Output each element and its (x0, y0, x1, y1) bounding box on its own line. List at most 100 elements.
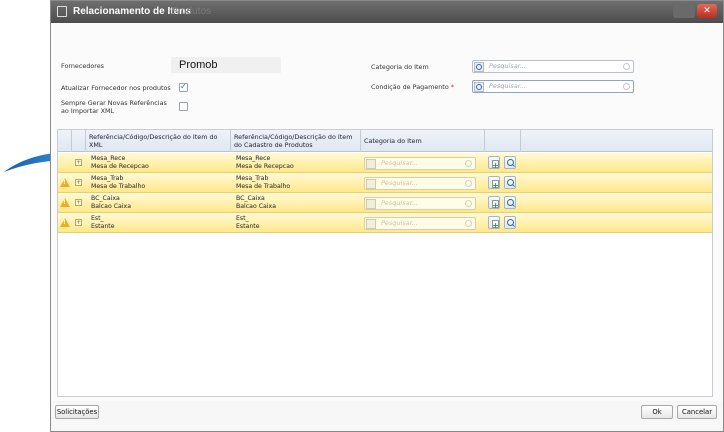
clear-icon[interactable] (623, 83, 630, 90)
dialog-window: Relacionamento de Itens Produtos ✕ Forne… (50, 0, 724, 432)
categoria-label: Categoria do Item (371, 63, 429, 71)
search-icon (366, 199, 376, 209)
row-categoria-search[interactable]: Pesquisar... (364, 157, 476, 170)
xml-code: Est_ (91, 215, 104, 222)
window-icon (57, 6, 67, 17)
table-row[interactable]: + Mesa_Trab Mesa de Trabalho Mesa_Trab M… (58, 173, 712, 193)
header-ref-cad-line1: Referência/Código/Descrição do Item (234, 133, 353, 141)
header-ref-xml-line1: Referência/Código/Descrição do Item do (89, 133, 218, 141)
xml-desc: Balcao Caixa (91, 203, 131, 210)
ok-button[interactable]: Ok (641, 405, 673, 419)
table-row[interactable]: + Mesa_Rece Mesa de Recepcao Mesa_Rece M… (58, 153, 712, 173)
add-product-button[interactable] (488, 156, 500, 170)
atualizar-fornecedor-checkbox[interactable] (179, 82, 188, 92)
header-expand-col (72, 130, 86, 152)
search-product-button[interactable] (504, 156, 516, 169)
header-warn-col (58, 130, 72, 152)
expand-toggle[interactable]: + (75, 219, 82, 226)
search-product-button[interactable] (504, 196, 516, 209)
minimize-button[interactable] (673, 4, 695, 18)
table-row[interactable]: + BC_Caixa Balcao Caixa BC_Caixa Balcao … (58, 193, 712, 213)
required-mark: * (450, 83, 454, 91)
cad-code: Est_ (236, 215, 249, 222)
xml-ref-cell: Mesa_Trab Mesa de Trabalho (88, 173, 228, 193)
categoria-search-input[interactable]: Pesquisar... (472, 60, 634, 73)
header-ref-xml[interactable]: Referência/Código/Descrição do Item do X… (86, 130, 231, 152)
header-ref-cad-line2: do Cadastro de Produtos (234, 141, 313, 149)
atualizar-fornecedor-label: Atualizar Fornecedor nos produtos (61, 84, 171, 92)
cancelar-button[interactable]: Cancelar (677, 405, 717, 419)
xml-desc: Mesa de Trabalho (91, 183, 146, 190)
add-product-button[interactable] (488, 176, 500, 190)
expand-toggle[interactable]: + (75, 159, 82, 166)
page: Relacionamento de Itens Produtos ✕ Forne… (0, 0, 724, 432)
xml-code: Mesa_Rece (91, 155, 126, 162)
xml-code: BC_Caixa (91, 195, 120, 202)
header-categoria[interactable]: Categoria do Item (361, 130, 485, 152)
cadastro-ref-cell: Est_ Estante (233, 213, 361, 233)
cad-desc: Balcao Caixa (236, 203, 276, 210)
fornecedores-label: Fornecedores (61, 62, 105, 70)
cad-code: BC_Caixa (236, 195, 265, 202)
row-search-placeholder: Pesquisar... (381, 199, 419, 207)
sempre-gerar-checkbox[interactable] (179, 102, 188, 111)
xml-ref-cell: Est_ Estante (88, 213, 228, 233)
row-categoria-search[interactable]: Pesquisar... (364, 197, 476, 210)
clear-icon[interactable] (465, 160, 472, 167)
sempre-gerar-label-1: Sempre Gerar Novas Referências (61, 99, 167, 107)
categoria-placeholder: Pesquisar... (489, 62, 527, 70)
clear-icon[interactable] (623, 63, 630, 70)
clear-icon[interactable] (465, 220, 472, 227)
cad-desc: Estante (236, 223, 260, 230)
search-icon (366, 179, 376, 189)
cad-code: Mesa_Rece (236, 155, 271, 162)
condicao-search-input[interactable]: Pesquisar... (472, 80, 634, 93)
form-area: Fornecedores Promob Atualizar Fornecedor… (57, 51, 713, 129)
cadastro-ref-cell: Mesa_Trab Mesa de Trabalho (233, 173, 361, 193)
search-product-button[interactable] (504, 216, 516, 229)
row-search-placeholder: Pesquisar... (381, 219, 419, 227)
clear-icon[interactable] (465, 200, 472, 207)
xml-ref-cell: Mesa_Rece Mesa de Recepcao (88, 153, 228, 173)
items-grid: Referência/Código/Descrição do Item do X… (57, 129, 713, 397)
expand-toggle[interactable]: + (75, 199, 82, 206)
footer-bar: Solicitações Ok Cancelar (51, 401, 723, 431)
row-categoria-search[interactable]: Pesquisar... (364, 217, 476, 230)
search-product-button[interactable] (504, 176, 516, 189)
title-bar[interactable]: Relacionamento de Itens Produtos ✕ (51, 1, 723, 23)
cad-code: Mesa_Trab (236, 175, 269, 182)
solicitacoes-button[interactable]: Solicitações (55, 405, 99, 419)
condicao-label: Condição de Pagamento * (371, 83, 454, 91)
warning-icon (60, 218, 70, 227)
sempre-gerar-label-2: ao Importar XML (61, 107, 115, 115)
condicao-placeholder: Pesquisar... (489, 82, 527, 90)
header-ref-cadastro[interactable]: Referência/Código/Descrição do Item do C… (231, 130, 361, 152)
table-row[interactable]: + Est_ Estante Est_ Estante Pesquisar... (58, 213, 712, 233)
window-title-ghost: Produtos (171, 6, 212, 17)
add-product-button[interactable] (488, 216, 500, 230)
add-product-button[interactable] (488, 196, 500, 210)
xml-ref-cell: BC_Caixa Balcao Caixa (88, 193, 228, 213)
header-actions-col (485, 130, 521, 152)
close-button[interactable]: ✕ (697, 4, 717, 18)
search-icon (366, 159, 376, 169)
search-icon (474, 62, 484, 72)
cadastro-ref-cell: Mesa_Rece Mesa de Recepcao (233, 153, 361, 173)
row-search-placeholder: Pesquisar... (381, 179, 419, 187)
header-ref-xml-line2: XML (89, 141, 103, 149)
warning-icon (60, 198, 70, 207)
search-icon (366, 219, 376, 229)
condicao-label-text: Condição de Pagamento (371, 83, 449, 91)
expand-toggle[interactable]: + (75, 179, 82, 186)
clear-icon[interactable] (465, 180, 472, 187)
xml-code: Mesa_Trab (91, 175, 124, 182)
xml-desc: Estante (91, 223, 115, 230)
xml-desc: Mesa de Recepcao (91, 163, 149, 170)
fornecedores-value: Promob (171, 57, 281, 73)
grid-header: Referência/Código/Descrição do Item do X… (58, 130, 712, 152)
row-categoria-search[interactable]: Pesquisar... (364, 177, 476, 190)
warning-icon (60, 178, 70, 187)
cadastro-ref-cell: BC_Caixa Balcao Caixa (233, 193, 361, 213)
search-icon (474, 82, 484, 92)
cad-desc: Mesa de Trabalho (236, 183, 291, 190)
